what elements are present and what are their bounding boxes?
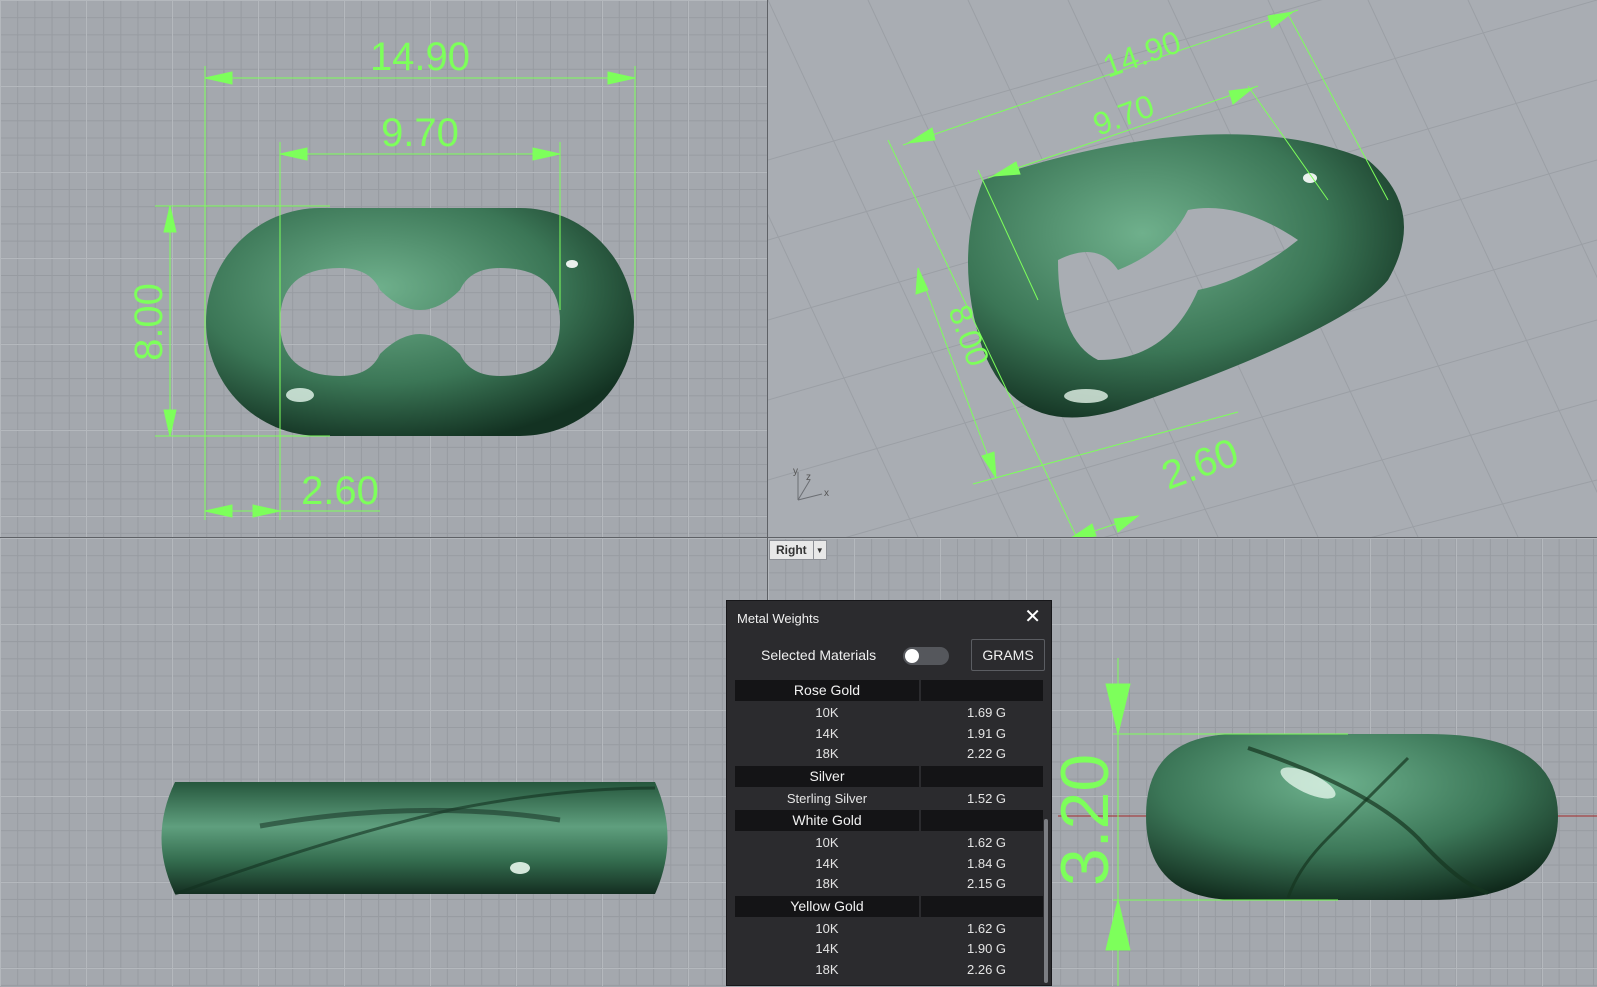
group-header-rose-gold: Rose Gold bbox=[735, 680, 1043, 701]
viewport-label-text: Right bbox=[776, 543, 807, 557]
table-row: 10K 1.62 G bbox=[815, 920, 1007, 936]
persp-wire-dim: 2.60 bbox=[1156, 430, 1244, 498]
viewport-label[interactable]: Right ▼ bbox=[769, 540, 827, 560]
chevron-down-icon[interactable]: ▼ bbox=[812, 541, 826, 559]
panel-title: Metal Weights bbox=[737, 611, 820, 626]
top-wire-dim: 2.60 bbox=[301, 469, 379, 513]
table-row: 10K 1.62 G bbox=[815, 835, 1007, 850]
table-row: Sterling Silver 1.52 G bbox=[786, 790, 1007, 806]
link-outer-shape bbox=[206, 208, 634, 436]
persp-inner-width-dim: 9.70 bbox=[1088, 87, 1159, 142]
top-viewport[interactable]: 14.90 9.70 8.00 2.60 bbox=[0, 0, 767, 537]
units-button[interactable]: GRAMS bbox=[971, 639, 1045, 671]
persp-outer-width-dim: 14.90 bbox=[1098, 23, 1186, 84]
link-perspective-shape bbox=[968, 134, 1404, 418]
group-header-silver: Silver bbox=[735, 765, 1043, 787]
top-outer-width-dim: 14.90 bbox=[370, 35, 470, 79]
link-side-shape bbox=[1146, 734, 1558, 900]
table-row: 14K 1.84 G bbox=[815, 855, 1007, 871]
group-header-white-gold: White Gold bbox=[735, 810, 1043, 831]
close-icon[interactable]: ✕ bbox=[1024, 606, 1041, 628]
axis-indicator-icon: y z x bbox=[793, 466, 829, 501]
viewport-divider-horizontal bbox=[0, 537, 1597, 538]
group-header-yellow-gold: Yellow Gold bbox=[735, 895, 1043, 917]
table-row: 18K 2.15 G bbox=[815, 876, 1007, 891]
right-thickness-dim: 3.20 bbox=[1047, 754, 1123, 886]
front-viewport[interactable] bbox=[0, 538, 767, 986]
perspective-view-scene: 14.90 9.70 8.00 2.60 bbox=[768, 0, 1597, 537]
perspective-viewport[interactable]: 14.90 9.70 8.00 2.60 bbox=[768, 0, 1597, 537]
weights-table: Rose Gold 10K 1.69 G 14K 1.91 G 18K 2.22 G … bbox=[735, 679, 1043, 987]
toggle-knob bbox=[905, 649, 919, 663]
top-height-dim: 8.00 bbox=[127, 283, 171, 361]
front-view-scene bbox=[161, 782, 668, 896]
svg-text:z: z bbox=[806, 472, 811, 483]
table-row: 10K 1.69 G bbox=[815, 705, 1007, 720]
top-view-scene: 14.90 9.70 8.00 2.60 bbox=[127, 35, 636, 520]
table-row: 18K 2.26 G bbox=[815, 961, 1007, 977]
selected-materials-label: Selected Materials bbox=[761, 647, 877, 663]
metal-weights-panel: Metal Weights ✕ Selected Materials GRAMS… bbox=[726, 600, 1052, 986]
svg-text:x: x bbox=[824, 488, 829, 499]
selected-materials-toggle[interactable] bbox=[903, 647, 949, 665]
link-front-shape bbox=[161, 782, 668, 894]
svg-text:y: y bbox=[793, 466, 798, 477]
panel-scrollbar[interactable] bbox=[1044, 819, 1048, 983]
table-row: 18K 2.22 G bbox=[815, 746, 1007, 761]
table-row: 14K 1.91 G bbox=[815, 725, 1007, 741]
table-row: 14K 1.90 G bbox=[815, 941, 1007, 956]
top-inner-width-dim: 9.70 bbox=[381, 111, 459, 155]
